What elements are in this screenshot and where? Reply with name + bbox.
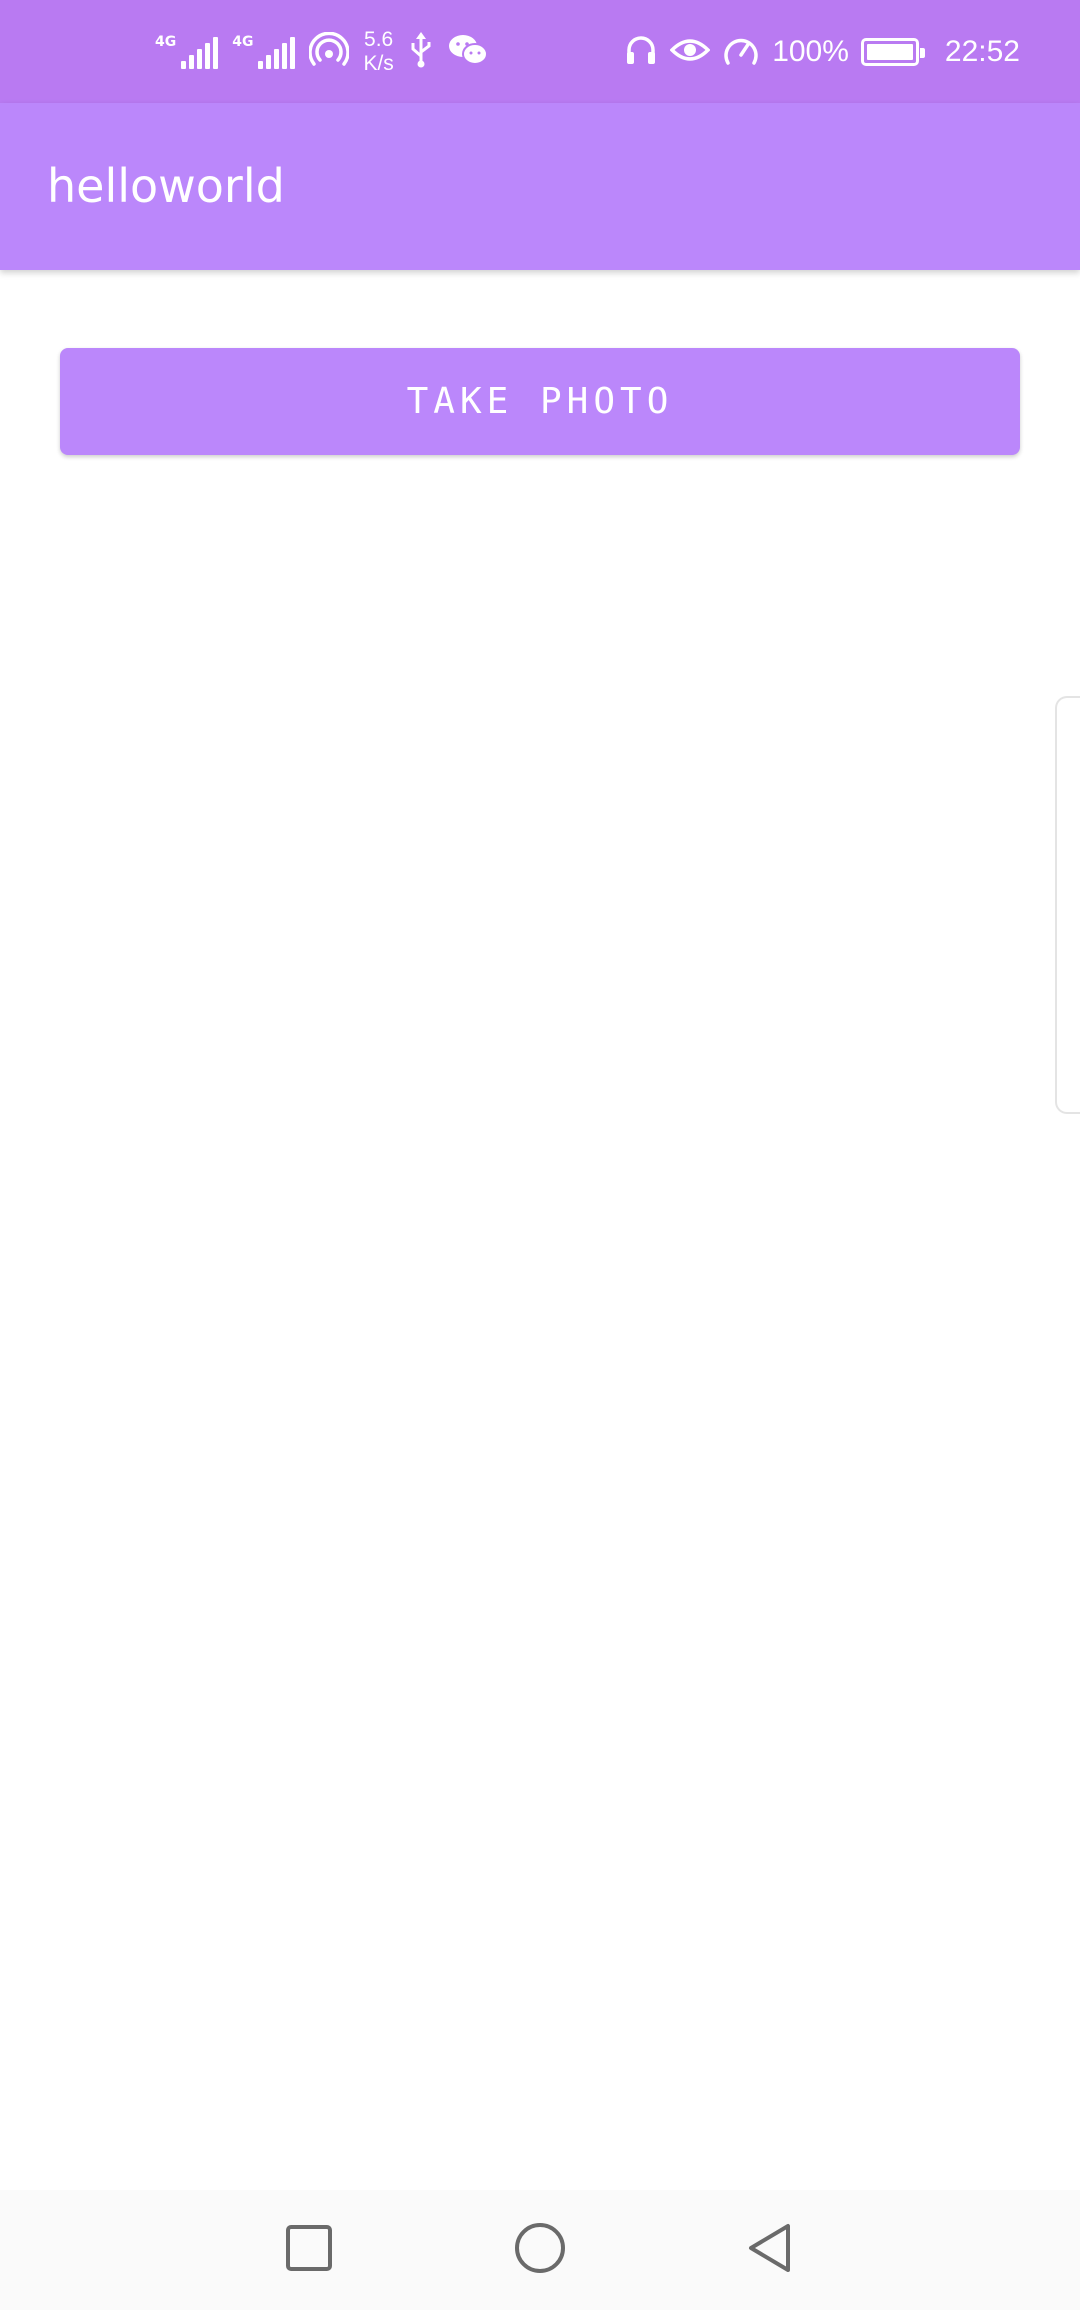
network-type-label: 4G (232, 33, 254, 50)
network-speed: 5.6 K/s (363, 28, 393, 76)
battery-percent: 100% (772, 34, 849, 68)
navigation-bar (0, 2190, 1080, 2310)
signal-icon: 4G (155, 33, 219, 69)
eye-icon (669, 35, 711, 69)
headphones-icon (624, 33, 658, 71)
clock: 22:52 (944, 34, 1020, 68)
battery-fill (866, 43, 913, 60)
network-type-label: 4G (155, 33, 177, 50)
status-bar-left: 4G 4G 5.6 K/s (155, 0, 488, 103)
app-title: helloworld (47, 159, 285, 213)
speed-value: 5.6 (364, 27, 394, 51)
take-photo-button[interactable]: TAKE PHOTO (60, 348, 1020, 455)
app-bar: helloworld (0, 103, 1080, 270)
battery-icon (860, 37, 925, 66)
hotspot-icon (308, 31, 351, 72)
wechat-icon (448, 33, 488, 71)
back-triangle-icon (746, 2222, 794, 2278)
status-bar-right: 100% 22:52 (624, 0, 1020, 103)
recents-square-icon (285, 2224, 333, 2276)
back-button[interactable] (710, 2190, 830, 2310)
signal-icon: 4G (232, 33, 296, 69)
usb-icon (408, 31, 434, 72)
recents-button[interactable] (249, 2190, 369, 2310)
speed-unit: K/s (363, 51, 394, 75)
home-button[interactable] (480, 2190, 600, 2310)
edge-panel-handle[interactable] (1055, 696, 1080, 1114)
status-bar: 4G 4G 5.6 K/s 100% 22:52 (0, 0, 1080, 103)
speedometer-icon (722, 33, 760, 71)
home-circle-icon (514, 2222, 566, 2278)
